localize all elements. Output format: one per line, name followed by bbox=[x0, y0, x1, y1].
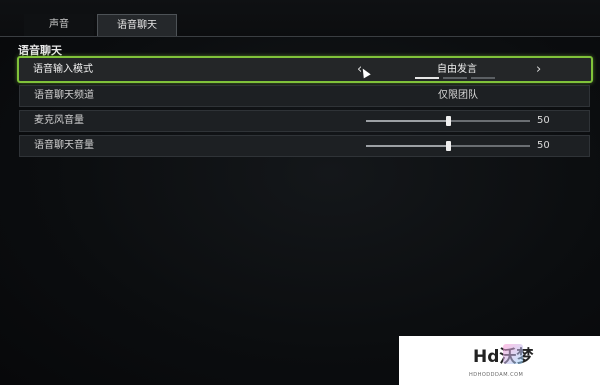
mic-volume-row: 麦克风音量 50 bbox=[19, 110, 590, 132]
slider-fill bbox=[366, 145, 448, 147]
voice-input-mode-label: 语音输入模式 bbox=[33, 64, 93, 75]
option-dot bbox=[471, 77, 495, 79]
chevron-right-icon[interactable]: › bbox=[536, 58, 541, 81]
option-dot bbox=[443, 77, 467, 79]
voice-chat-channel-row[interactable]: 语音聊天频道 仅限团队 bbox=[19, 85, 590, 107]
watermark: Hd沃梦 HDHODDDAM.COM bbox=[399, 336, 600, 385]
mic-volume-label: 麦克风音量 bbox=[34, 115, 84, 126]
voice-input-mode-row[interactable]: 语音输入模式 ‹ 自由发言 › bbox=[17, 56, 593, 83]
watermark-subtext: HDHODDDAM.COM bbox=[469, 372, 524, 378]
voice-chat-channel-label: 语音聊天频道 bbox=[34, 90, 94, 101]
slider-fill bbox=[366, 120, 448, 122]
option-dot bbox=[415, 77, 439, 79]
voice-chat-volume-row: 语音聊天音量 50 bbox=[19, 135, 590, 157]
voice-chat-channel-value: 仅限团队 bbox=[438, 90, 478, 101]
mic-volume-value: 50 bbox=[537, 115, 550, 126]
tab-voice-chat[interactable]: 语音聊天 bbox=[97, 14, 177, 36]
watermark-logo: Hd沃梦 bbox=[473, 342, 533, 367]
watermark-accent bbox=[503, 344, 523, 364]
slider-thumb[interactable] bbox=[446, 141, 451, 151]
slider-thumb[interactable] bbox=[446, 116, 451, 126]
mic-volume-slider[interactable] bbox=[366, 116, 530, 126]
voice-chat-volume-label: 语音聊天音量 bbox=[34, 140, 94, 151]
tab-sound[interactable]: 声音 bbox=[24, 14, 94, 36]
voice-chat-volume-slider[interactable] bbox=[366, 141, 530, 151]
tab-bar: 声音 语音聊天 bbox=[0, 0, 600, 36]
voice-chat-volume-value: 50 bbox=[537, 140, 550, 151]
option-indicator bbox=[415, 77, 495, 79]
tab-divider bbox=[0, 36, 600, 37]
